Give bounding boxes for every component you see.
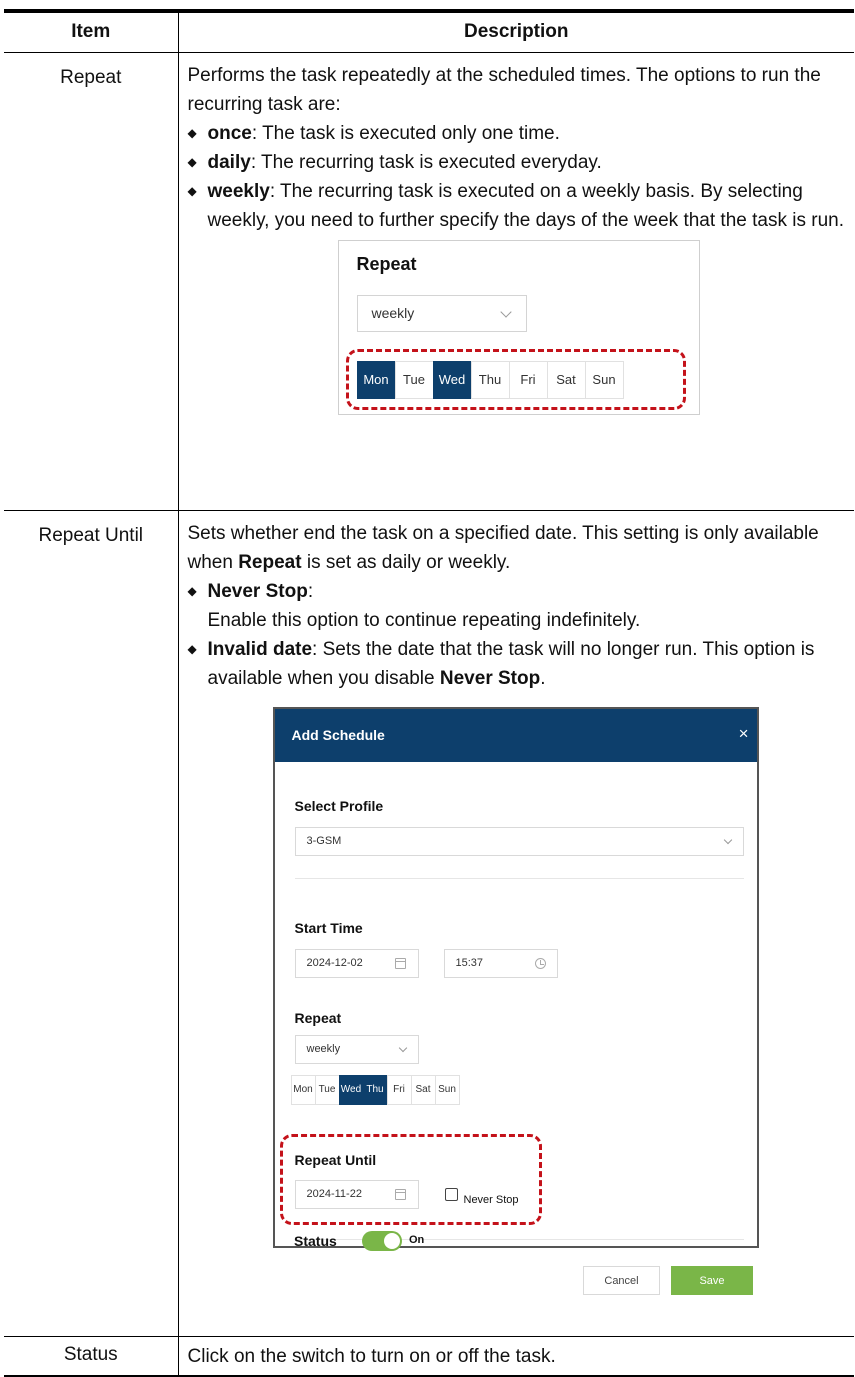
start-time-field[interactable]: 15:37 <box>443 948 558 978</box>
clock-icon <box>534 957 546 969</box>
divider <box>294 877 744 879</box>
bullet-never-stop: ◆ Never Stop: <box>187 580 314 602</box>
repeat-until-intro: Sets whether end the task on a specified… <box>187 522 819 573</box>
dialog-day-picker: Mon Tue Wed Thu Fri Sat Sun <box>290 1074 460 1105</box>
status-label: Status <box>294 1233 337 1249</box>
table-row-status: Status Click on the switch to turn on or… <box>4 1336 854 1377</box>
table-row-repeat-until: Repeat Until Sets whether end the task o… <box>4 510 854 1337</box>
desc-status: Click on the switch to turn on or off th… <box>178 1336 854 1377</box>
header-description: Description <box>178 9 854 53</box>
desc-repeat-until: Sets whether end the task on a specified… <box>178 510 854 1337</box>
item-repeat: Repeat <box>4 52 179 511</box>
chevron-down-icon <box>723 835 732 844</box>
highlight-box <box>345 348 686 410</box>
repeat-select[interactable]: weekly <box>356 294 527 332</box>
toggle-knob <box>384 1233 400 1249</box>
dialog-header: Add Schedule × <box>274 708 757 762</box>
day-mon[interactable]: Mon <box>290 1074 316 1105</box>
calendar-icon <box>394 957 406 969</box>
bullet-invalid-date: ◆ Invalid date: Sets the date that the ta… <box>187 638 815 689</box>
dialog-title: Add Schedule <box>291 726 385 743</box>
item-repeat-until: Repeat Until <box>4 510 179 1337</box>
dialog-status-area: Status On Cancel Save <box>272 1225 756 1303</box>
day-fri[interactable]: Fri <box>386 1074 412 1105</box>
close-icon[interactable]: × <box>739 724 749 743</box>
cancel-button[interactable]: Cancel <box>583 1266 660 1295</box>
never-stop-text: Enable this option to continue repeating… <box>207 609 641 631</box>
desc-repeat: Performs the task repeatedly at the sche… <box>178 52 854 511</box>
description-table: Item Description Repeat Performs the tas… <box>4 9 854 1377</box>
add-schedule-dialog: Add Schedule × Select Profile 3-GSM Star… <box>272 706 759 1248</box>
status-toggle[interactable] <box>362 1231 402 1251</box>
table-header-row: Item Description <box>4 9 854 53</box>
bullet-weekly: ◆ weekly: The recurring task is executed … <box>187 180 845 231</box>
chevron-down-icon <box>499 305 512 318</box>
start-date-field[interactable]: 2024-12-02 <box>294 948 419 978</box>
repeat-label: Repeat <box>294 1009 342 1026</box>
repeat-intro: Performs the task repeatedly at the sche… <box>187 64 821 115</box>
save-button[interactable]: Save <box>671 1266 753 1295</box>
repeat-panel-figure: Repeat weekly Mon Tue Wed Thu Fri Sat Su… <box>337 239 700 415</box>
day-sun[interactable]: Sun <box>434 1074 460 1105</box>
select-profile-label: Select Profile <box>294 797 384 814</box>
header-item: Item <box>4 9 179 53</box>
bullet-once: ◆ once: The task is executed only one tim… <box>187 122 560 144</box>
item-status: Status <box>4 1336 179 1377</box>
day-wed[interactable]: Wed <box>338 1074 364 1105</box>
start-time-label: Start Time <box>294 919 363 936</box>
day-sat[interactable]: Sat <box>410 1074 436 1105</box>
repeat-select[interactable]: weekly <box>294 1034 419 1064</box>
day-tue[interactable]: Tue <box>314 1074 340 1105</box>
repeat-panel-title: Repeat <box>356 253 417 274</box>
highlight-box <box>279 1133 542 1225</box>
bullet-daily: ◆ daily: The recurring task is executed e… <box>187 151 602 173</box>
status-value: On <box>409 1234 425 1246</box>
table-row-repeat: Repeat Performs the task repeatedly at t… <box>4 52 854 511</box>
profile-select[interactable]: 3-GSM <box>294 826 744 856</box>
day-thu[interactable]: Thu <box>362 1074 388 1105</box>
chevron-down-icon <box>398 1043 407 1052</box>
